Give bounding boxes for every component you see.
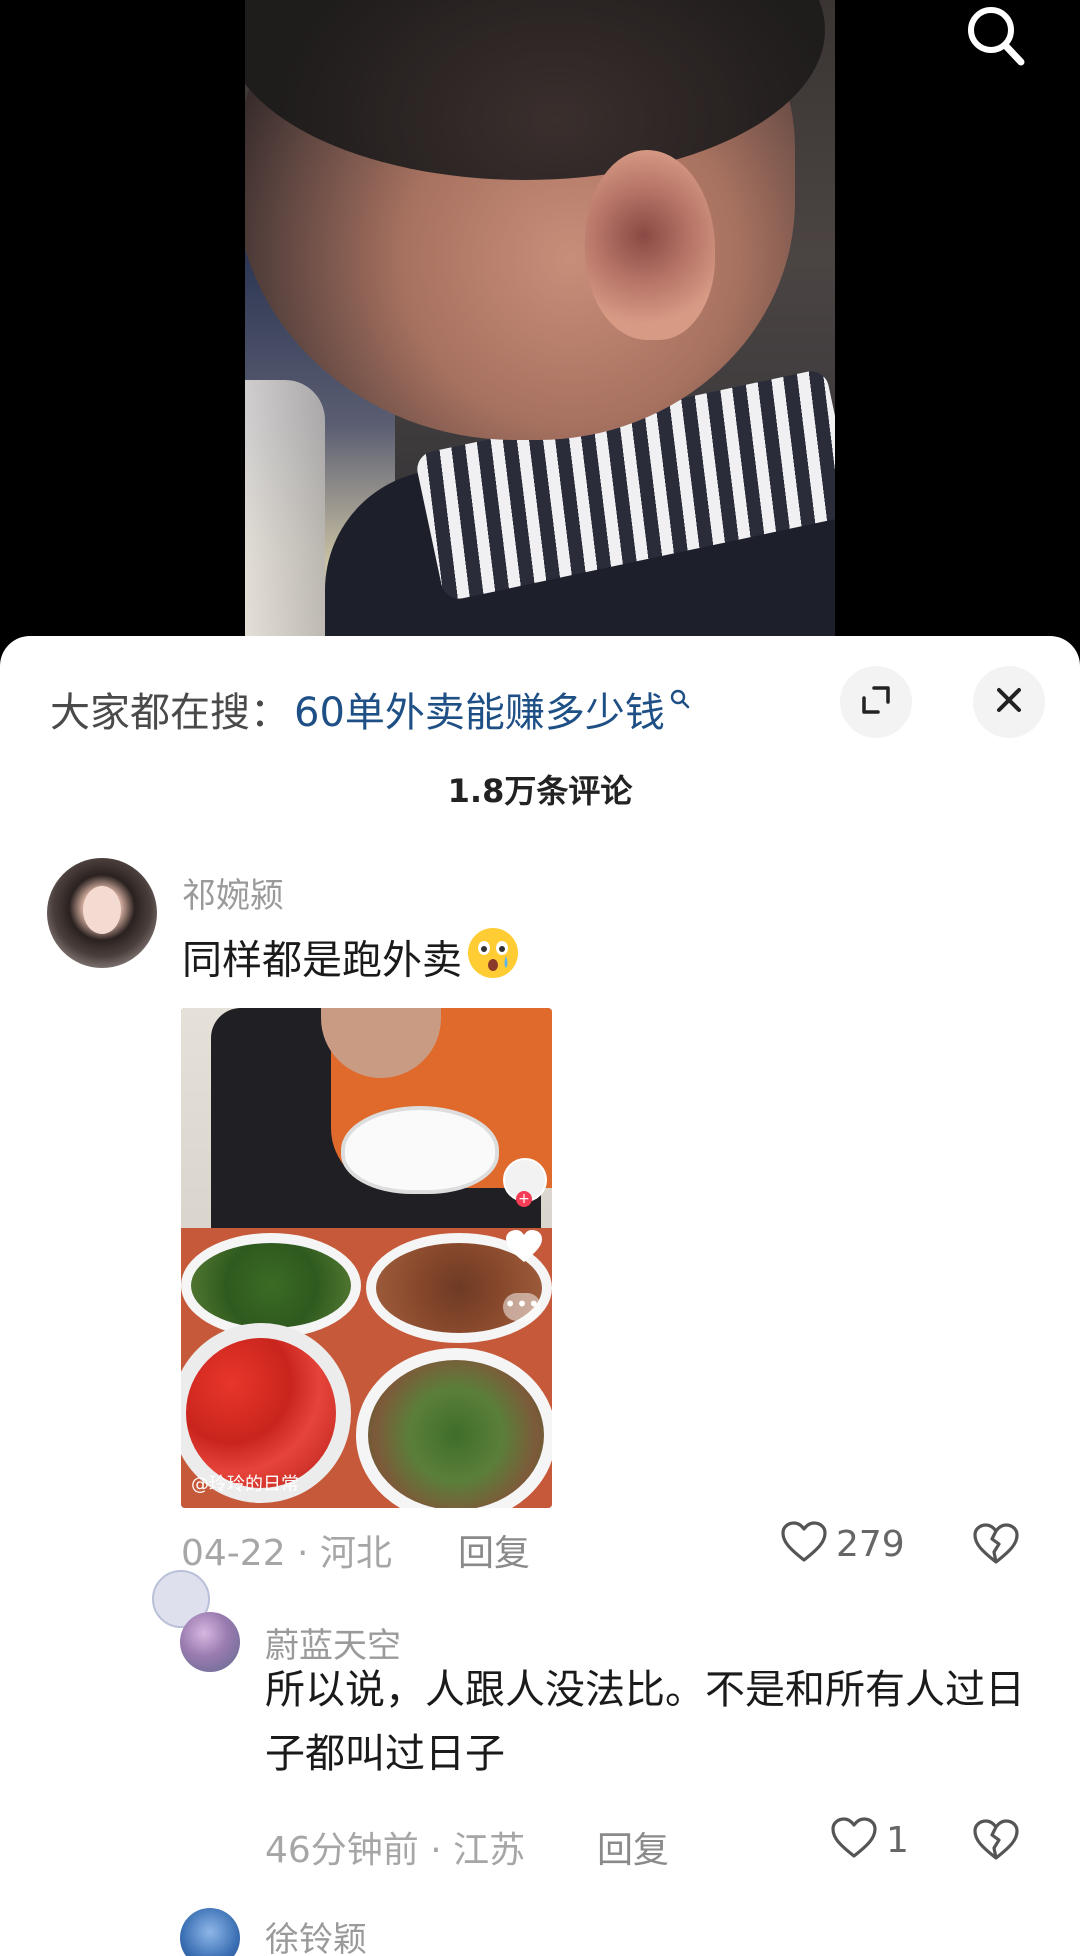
image-plate-greens xyxy=(181,1233,361,1338)
avatar[interactable] xyxy=(47,858,157,968)
image-food xyxy=(191,1243,351,1328)
comment-meta: 04-22 · 河北 xyxy=(181,1533,392,1574)
expand-icon xyxy=(856,680,896,724)
shocked-face-emoji-icon xyxy=(466,926,520,999)
comment-username[interactable]: 徐铃颖 xyxy=(265,1912,367,1956)
broken-heart-icon xyxy=(972,1819,1020,1866)
dislike-button[interactable] xyxy=(972,1818,1020,1866)
avatar[interactable] xyxy=(180,1908,240,1956)
avatar[interactable] xyxy=(180,1612,240,1672)
close-icon xyxy=(991,682,1027,722)
image-food xyxy=(368,1360,544,1508)
reply-button[interactable]: 回复 xyxy=(458,1524,530,1576)
image-more-icon: ••• xyxy=(503,1293,541,1321)
heart-icon xyxy=(830,1816,878,1864)
search-icon xyxy=(669,674,691,720)
search-suggestion-label: 大家都在搜： xyxy=(50,690,290,736)
search-icon[interactable] xyxy=(955,0,1035,80)
like-count: 1 xyxy=(886,1819,909,1861)
video-player[interactable] xyxy=(0,0,1080,640)
comment-text-body: 同样都是跑外卖 xyxy=(182,937,462,984)
image-follow-plus-icon: + xyxy=(516,1191,532,1207)
like-button[interactable]: 1 xyxy=(830,1816,909,1864)
video-frame xyxy=(245,0,835,640)
like-button[interactable]: 279 xyxy=(780,1520,905,1568)
reply-button[interactable]: 回复 xyxy=(597,1821,669,1873)
image-rice-bowl xyxy=(341,1106,499,1194)
avatar-face xyxy=(83,886,121,934)
dislike-button[interactable] xyxy=(972,1522,1020,1570)
video-bag xyxy=(245,380,325,640)
image-food xyxy=(186,1338,336,1488)
close-button[interactable] xyxy=(973,666,1045,738)
comment-image[interactable]: + ••• @玲玲的日常 xyxy=(181,1008,552,1508)
expand-button[interactable] xyxy=(840,666,912,738)
broken-heart-icon xyxy=(972,1523,1020,1570)
search-suggestion[interactable]: 大家都在搜： 60单外卖能赚多少钱 xyxy=(50,679,691,739)
search-suggestion-query[interactable]: 60单外卖能赚多少钱 xyxy=(294,680,665,738)
image-heart-icon xyxy=(504,1228,544,1268)
comment-text: 所以说，人跟人没法比。不是和所有人过日子都叫过日子 xyxy=(265,1667,1025,1777)
comment-username[interactable]: 祁婉颍 xyxy=(182,868,284,917)
like-count: 279 xyxy=(836,1523,905,1565)
comment-text: 同样都是跑外卖 xyxy=(182,926,520,999)
comment-meta: 46分钟前 · 江苏 xyxy=(265,1830,526,1871)
heart-icon xyxy=(780,1520,828,1568)
image-watermark: @玲玲的日常 xyxy=(191,1474,299,1495)
image-plate-vegetables xyxy=(356,1348,552,1508)
comments-sheet: 大家都在搜： 60单外卖能赚多少钱 1.8万条评论 祁婉颍 同样都是跑外卖 + … xyxy=(0,636,1080,1956)
comments-count-title: 1.8万条评论 xyxy=(447,772,633,810)
